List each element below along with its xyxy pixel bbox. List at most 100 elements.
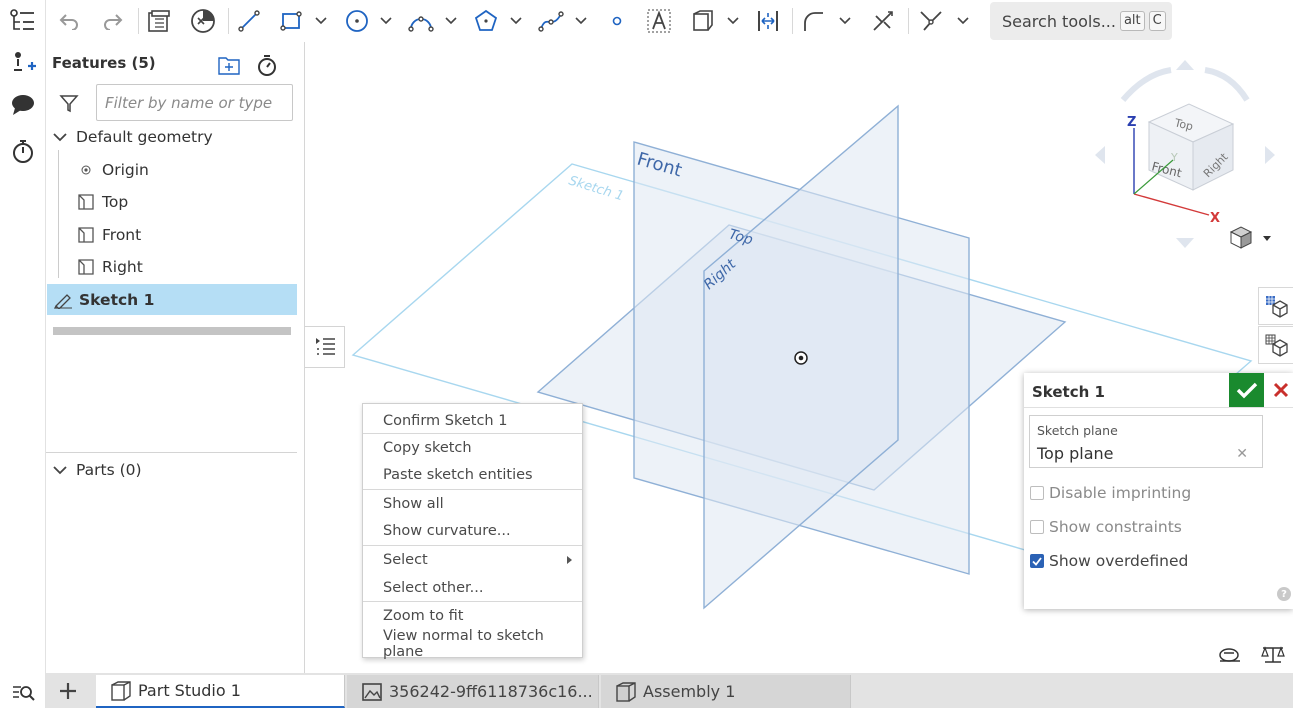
sketch-plane-value: Top plane <box>1037 444 1114 463</box>
plane-icon <box>76 192 96 212</box>
features-title: Features (5) <box>52 54 156 72</box>
confirm-button[interactable] <box>1229 373 1264 407</box>
transform-tool-icon[interactable] <box>916 4 946 38</box>
tree-label: Sketch 1 <box>79 290 155 309</box>
extrude-icon[interactable] <box>187 4 219 38</box>
arc-tool-icon[interactable] <box>406 4 436 38</box>
option-show-overdefined[interactable]: Show overdefined <box>1030 550 1188 572</box>
dimension-tool-icon[interactable] <box>753 4 783 38</box>
tree-default-geometry[interactable]: Default geometry <box>46 121 297 152</box>
feature-list-icon[interactable] <box>6 4 40 38</box>
document-tab-bar: Part Studio 1 356242-9ff6118736c16... As… <box>46 673 1293 708</box>
sketch-plane-field[interactable]: Sketch plane Top plane ✕ <box>1029 415 1263 468</box>
checkbox-checked[interactable] <box>1030 554 1044 568</box>
menu-item-paste-sketch-entities[interactable]: Paste sketch entities <box>363 462 582 488</box>
rotate-arrow <box>1120 67 1172 102</box>
chevron-down-icon[interactable] <box>314 4 328 38</box>
chevron-down-icon[interactable] <box>509 4 523 38</box>
menu-item-view-normal[interactable]: View normal to sketch plane <box>363 628 582 660</box>
tab-label: 356242-9ff6118736c16... <box>389 682 593 701</box>
text-tool-icon[interactable] <box>644 4 674 38</box>
chevron-down-icon[interactable] <box>956 4 970 38</box>
sketch1-plane-label: Sketch 1 <box>567 173 626 204</box>
comments-icon[interactable] <box>6 88 40 122</box>
checkbox[interactable] <box>1030 520 1044 534</box>
tree-item-origin[interactable]: Origin <box>46 154 297 185</box>
tree-item-right[interactable]: Right <box>46 251 297 282</box>
construction-tool-icon[interactable] <box>688 4 718 38</box>
menu-item-confirm-sketch[interactable]: Confirm Sketch 1 <box>363 408 582 434</box>
clear-icon[interactable]: ✕ <box>1236 446 1248 462</box>
fillet-tool-icon[interactable] <box>798 4 828 38</box>
option-show-constraints[interactable]: Show constraints <box>1030 516 1182 538</box>
render-mode-button[interactable] <box>1258 287 1293 325</box>
line-tool-icon[interactable] <box>234 4 264 38</box>
origin-marker <box>794 351 808 365</box>
menu-item-zoom-to-fit[interactable]: Zoom to fit <box>363 603 582 629</box>
menu-item-show-curvature[interactable]: Show curvature... <box>363 518 582 544</box>
tab-part-studio[interactable]: Part Studio 1 <box>96 675 345 708</box>
chevron-down-icon[interactable] <box>838 4 852 38</box>
option-disable-imprinting[interactable]: Disable imprinting <box>1030 482 1191 504</box>
tab-image[interactable]: 356242-9ff6118736c16... <box>347 675 599 708</box>
undo-icon[interactable] <box>54 4 84 38</box>
circle-tool-icon[interactable] <box>342 4 372 38</box>
axis-y-label: Y <box>1170 151 1178 164</box>
trim-tool-icon[interactable] <box>868 4 898 38</box>
rectangle-tool-icon[interactable] <box>276 4 306 38</box>
appearance-cube-icon <box>1266 296 1288 318</box>
shortcut-key: alt <box>1119 11 1145 31</box>
filter-input[interactable] <box>96 84 293 121</box>
history-timer-icon[interactable] <box>6 134 40 168</box>
tree-item-front[interactable]: Front <box>46 219 297 250</box>
insert-feature-icon[interactable] <box>6 46 40 80</box>
menu-item-show-all[interactable]: Show all <box>363 491 582 517</box>
chevron-down-icon[interactable] <box>50 460 70 480</box>
sketch-pencil-icon <box>53 290 73 310</box>
filter-icon[interactable] <box>58 92 80 114</box>
main-toolbar: Search tools... alt C <box>46 0 1293 42</box>
feature-panel: Features (5) Default geometry Origin Top… <box>46 42 305 673</box>
context-menu: Confirm Sketch 1 Copy sketch Paste sketc… <box>362 403 583 660</box>
checkbox[interactable] <box>1030 486 1044 500</box>
tab-assembly[interactable]: Assembly 1 <box>601 675 851 708</box>
menu-item-copy-sketch[interactable]: Copy sketch <box>363 435 582 461</box>
point-tool-icon[interactable] <box>602 4 632 38</box>
section-view-icon <box>1265 334 1288 357</box>
close-icon <box>1273 382 1288 398</box>
add-tab-button[interactable] <box>46 673 90 708</box>
spline-tool-icon[interactable] <box>536 4 566 38</box>
redo-icon[interactable] <box>98 4 128 38</box>
chevron-down-icon[interactable] <box>726 4 740 38</box>
cancel-button[interactable] <box>1268 373 1293 407</box>
menu-item-select[interactable]: Select <box>363 547 582 573</box>
help-icon[interactable]: ? <box>1277 587 1291 601</box>
horizontal-scrollbar[interactable] <box>53 327 291 335</box>
tree-label: Parts (0) <box>76 460 142 479</box>
menu-item-select-other[interactable]: Select other... <box>363 575 582 601</box>
search-tools-button[interactable]: Search tools... alt C <box>990 2 1172 40</box>
tree-label: Default geometry <box>76 127 213 146</box>
new-sketch-icon[interactable] <box>144 4 174 38</box>
chevron-down-icon[interactable] <box>379 4 393 38</box>
option-label: Show overdefined <box>1049 552 1189 570</box>
tree-parts[interactable]: Parts (0) <box>46 454 297 485</box>
axis-x-label: X <box>1210 211 1220 226</box>
section-view-button[interactable] <box>1258 326 1293 364</box>
tree-item-sketch1[interactable]: Sketch 1 <box>47 284 297 315</box>
panel-divider[interactable] <box>46 452 297 453</box>
polygon-tool-icon[interactable] <box>471 4 501 38</box>
axis-x <box>1133 193 1210 216</box>
chevron-down-icon[interactable] <box>574 4 588 38</box>
tree-label: Top <box>102 192 129 211</box>
sketch-plane-label: Sketch plane <box>1037 423 1118 438</box>
search-tabs-icon[interactable] <box>6 679 40 705</box>
chevron-down-icon[interactable] <box>444 4 458 38</box>
mass-properties-icon <box>1261 646 1285 663</box>
rollback-timer-icon[interactable] <box>254 52 280 78</box>
chevron-down-icon[interactable] <box>50 127 70 147</box>
plane-icon <box>76 225 96 245</box>
plus-icon <box>60 682 76 699</box>
new-folder-icon[interactable] <box>216 52 242 78</box>
tree-item-top[interactable]: Top <box>46 186 297 217</box>
